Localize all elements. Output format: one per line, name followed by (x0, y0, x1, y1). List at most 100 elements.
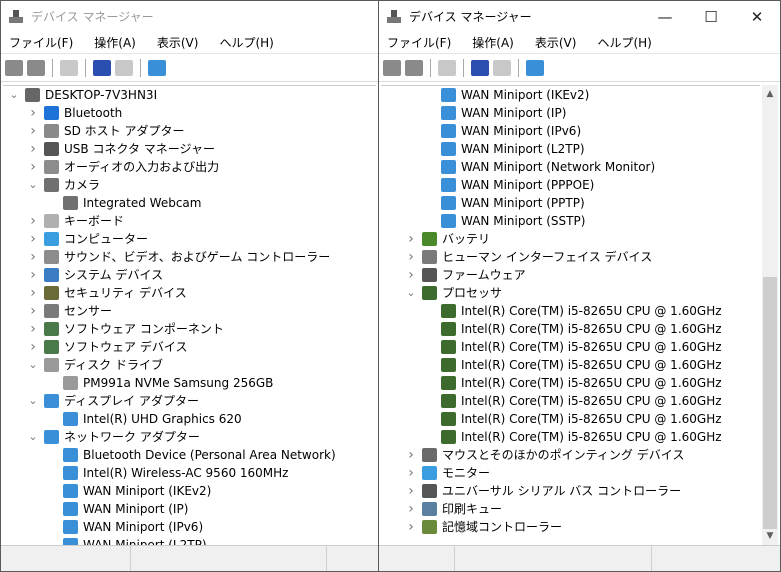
tree-item[interactable]: › オーディオの入力および出力 (3, 158, 376, 176)
tree-item[interactable]: Intel(R) Core(TM) i5-8265U CPU @ 1.60GHz (381, 320, 760, 338)
menu-view[interactable]: 表示(V) (155, 34, 201, 51)
menu-help[interactable]: ヘルプ(H) (217, 34, 275, 51)
chevron-right-icon[interactable]: › (28, 230, 38, 248)
help-icon[interactable] (471, 59, 489, 76)
tree-item[interactable]: ⌄ DESKTOP-7V3HN3I (3, 86, 376, 104)
tree-item[interactable]: ⌄ ディスプレイ アダプター (3, 392, 376, 410)
menu-action[interactable]: 操作(A) (92, 34, 138, 51)
properties-icon[interactable] (60, 59, 78, 76)
tree-item[interactable]: WAN Miniport (PPPOE) (381, 176, 760, 194)
properties-icon[interactable] (438, 59, 456, 76)
tree-item[interactable]: WAN Miniport (SSTP) (381, 212, 760, 230)
tree-item[interactable]: › コンピューター (3, 230, 376, 248)
chevron-right-icon[interactable]: › (406, 482, 416, 500)
tree-item[interactable]: WAN Miniport (IPv6) (381, 122, 760, 140)
tree-item[interactable]: › サウンド、ビデオ、およびゲーム コントローラー (3, 248, 376, 266)
menu-file[interactable]: ファイル(F) (7, 34, 75, 51)
chevron-down-icon[interactable]: ⌄ (28, 356, 38, 374)
tree-item[interactable]: Bluetooth Device (Personal Area Network) (3, 446, 376, 464)
tree-item[interactable]: › セキュリティ デバイス (3, 284, 376, 302)
vertical-scrollbar[interactable]: ▲ ▼ (762, 85, 778, 545)
tree-item[interactable]: › キーボード (3, 212, 376, 230)
tree-item[interactable]: Intel(R) Core(TM) i5-8265U CPU @ 1.60GHz (381, 302, 760, 320)
tree-item[interactable]: PM991a NVMe Samsung 256GB (3, 374, 376, 392)
tree-item[interactable]: ⌄ ネットワーク アダプター (3, 428, 376, 446)
forward-arrow-icon[interactable] (405, 59, 423, 76)
device-tree[interactable]: ⌄ DESKTOP-7V3HN3I › Bluetooth › SD ホスト アダプター ›… (3, 85, 376, 545)
tree-item[interactable]: WAN Miniport (IP) (3, 500, 376, 518)
tree-item[interactable]: Intel(R) Core(TM) i5-8265U CPU @ 1.60GHz (381, 428, 760, 446)
tree-item[interactable]: › ユニバーサル シリアル バス コントローラー (381, 482, 760, 500)
device-tree[interactable]: WAN Miniport (IKEv2) WAN Miniport (IP) WAN… (381, 85, 760, 545)
chevron-down-icon[interactable]: ⌄ (28, 392, 38, 410)
tree-item[interactable]: Intel(R) Core(TM) i5-8265U CPU @ 1.60GHz (381, 338, 760, 356)
tree-item[interactable]: › バッテリ (381, 230, 760, 248)
tree-item[interactable]: Integrated Webcam (3, 194, 376, 212)
tree-item[interactable]: WAN Miniport (L2TP) (3, 536, 376, 545)
chevron-right-icon[interactable]: › (28, 248, 38, 266)
tree-item[interactable]: › 印刷キュー (381, 500, 760, 518)
chevron-right-icon[interactable]: › (406, 518, 416, 536)
scroll-up-icon[interactable]: ▲ (762, 89, 778, 99)
back-arrow-icon[interactable] (5, 59, 23, 76)
tree-item[interactable]: WAN Miniport (L2TP) (381, 140, 760, 158)
scroll-down-icon[interactable]: ▼ (762, 531, 778, 541)
chevron-right-icon[interactable]: › (406, 266, 416, 284)
menu-view[interactable]: 表示(V) (533, 34, 579, 51)
tree-item[interactable]: › モニター (381, 464, 760, 482)
chevron-right-icon[interactable]: › (406, 230, 416, 248)
menu-help[interactable]: ヘルプ(H) (595, 34, 653, 51)
tree-item[interactable]: Intel(R) Core(TM) i5-8265U CPU @ 1.60GHz (381, 356, 760, 374)
tree-item[interactable]: › ファームウェア (381, 266, 760, 284)
chevron-right-icon[interactable]: › (28, 320, 38, 338)
chevron-right-icon[interactable]: › (406, 500, 416, 518)
maximize-button[interactable]: ☐ (688, 8, 734, 26)
tree-item[interactable]: › センサー (3, 302, 376, 320)
scrollbar-thumb[interactable] (763, 277, 777, 529)
chevron-right-icon[interactable]: › (28, 122, 38, 140)
tree-item[interactable]: Intel(R) UHD Graphics 620 (3, 410, 376, 428)
tree-item[interactable]: › Bluetooth (3, 104, 376, 122)
chevron-right-icon[interactable]: › (28, 284, 38, 302)
scan-hardware-icon[interactable] (526, 59, 544, 76)
tree-item[interactable]: › ソフトウェア コンポーネント (3, 320, 376, 338)
tree-item[interactable]: WAN Miniport (IP) (381, 104, 760, 122)
update-driver-icon[interactable] (493, 59, 511, 76)
tree-item[interactable]: Intel(R) Core(TM) i5-8265U CPU @ 1.60GHz (381, 392, 760, 410)
chevron-down-icon[interactable]: ⌄ (28, 176, 38, 194)
chevron-down-icon[interactable]: ⌄ (406, 284, 416, 302)
tree-item[interactable]: Intel(R) Core(TM) i5-8265U CPU @ 1.60GHz (381, 374, 760, 392)
tree-item[interactable]: Intel(R) Wireless-AC 9560 160MHz (3, 464, 376, 482)
chevron-right-icon[interactable]: › (28, 140, 38, 158)
chevron-right-icon[interactable]: › (28, 266, 38, 284)
tree-item[interactable]: Intel(R) Core(TM) i5-8265U CPU @ 1.60GHz (381, 410, 760, 428)
tree-item[interactable]: WAN Miniport (Network Monitor) (381, 158, 760, 176)
chevron-right-icon[interactable]: › (28, 302, 38, 320)
minimize-button[interactable]: — (642, 8, 688, 26)
chevron-down-icon[interactable]: ⌄ (9, 86, 19, 104)
back-arrow-icon[interactable] (383, 59, 401, 76)
close-button[interactable]: ✕ (734, 8, 780, 26)
forward-arrow-icon[interactable] (27, 59, 45, 76)
tree-item[interactable]: › システム デバイス (3, 266, 376, 284)
tree-item[interactable]: › SD ホスト アダプター (3, 122, 376, 140)
tree-item[interactable]: › USB コネクタ マネージャー (3, 140, 376, 158)
tree-item[interactable]: › マウスとそのほかのポインティング デバイス (381, 446, 760, 464)
scan-hardware-icon[interactable] (148, 59, 166, 76)
tree-item[interactable]: WAN Miniport (IKEv2) (3, 482, 376, 500)
tree-item[interactable]: ⌄ カメラ (3, 176, 376, 194)
help-icon[interactable] (93, 59, 111, 76)
chevron-right-icon[interactable]: › (406, 248, 416, 266)
tree-item[interactable]: WAN Miniport (PPTP) (381, 194, 760, 212)
chevron-right-icon[interactable]: › (406, 464, 416, 482)
menu-file[interactable]: ファイル(F) (385, 34, 453, 51)
menu-action[interactable]: 操作(A) (470, 34, 516, 51)
tree-item[interactable]: › ヒューマン インターフェイス デバイス (381, 248, 760, 266)
chevron-down-icon[interactable]: ⌄ (28, 428, 38, 446)
chevron-right-icon[interactable]: › (28, 338, 38, 356)
chevron-right-icon[interactable]: › (28, 212, 38, 230)
tree-item[interactable]: ⌄ プロセッサ (381, 284, 760, 302)
chevron-right-icon[interactable]: › (28, 158, 38, 176)
chevron-right-icon[interactable]: › (406, 446, 416, 464)
tree-item[interactable]: WAN Miniport (IPv6) (3, 518, 376, 536)
